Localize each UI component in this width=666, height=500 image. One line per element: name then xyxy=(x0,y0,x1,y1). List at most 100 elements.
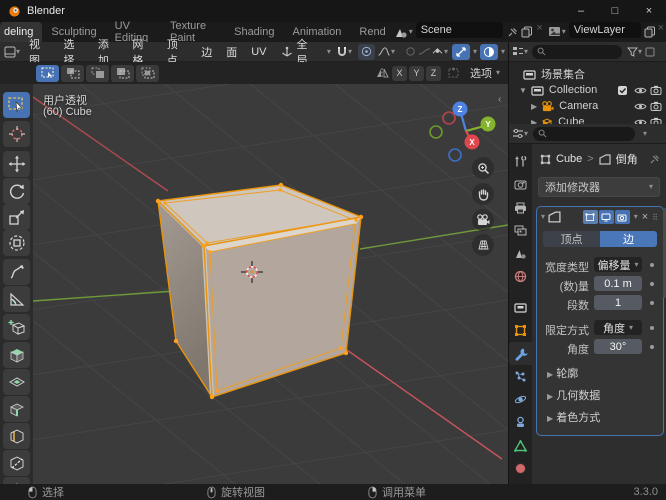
options-dropdown[interactable]: 选项 xyxy=(470,65,492,81)
pan-hand-icon[interactable] xyxy=(472,183,494,205)
tool-poly-build[interactable] xyxy=(3,477,30,484)
outliner-options-icon[interactable] xyxy=(645,47,655,57)
editor-type-icon[interactable]: ▾ xyxy=(4,46,20,58)
modifier-edit-mode-toggle[interactable] xyxy=(582,210,598,224)
tab-shading[interactable]: Shading xyxy=(225,22,283,42)
snap-magnet-icon[interactable]: ▾ xyxy=(336,46,352,58)
add-modifier-button[interactable]: 添加修改器 ▾ xyxy=(538,177,660,197)
tab-collection-icon[interactable] xyxy=(509,296,532,319)
amount-animate-dot[interactable] xyxy=(650,282,654,286)
tool-cursor[interactable] xyxy=(3,121,30,147)
mirror-icon[interactable] xyxy=(376,67,390,79)
affect-edges-tab[interactable]: 边 xyxy=(600,231,657,247)
tool-measure[interactable] xyxy=(3,286,30,312)
select-extend-mode[interactable] xyxy=(61,64,84,82)
width-type-animate-dot[interactable] xyxy=(650,263,654,267)
segments-field[interactable]: 1 xyxy=(594,295,642,310)
angle-animate-dot[interactable] xyxy=(650,345,654,349)
breadcrumb-object[interactable]: Cube xyxy=(556,153,582,165)
ortho-grid-icon[interactable] xyxy=(472,234,494,256)
tab-object-icon[interactable] xyxy=(509,319,532,342)
filter-icon[interactable]: ▾ xyxy=(627,47,642,57)
select-invert-mode[interactable] xyxy=(111,64,134,82)
collection-render-icon[interactable] xyxy=(650,85,662,95)
tool-rotate[interactable] xyxy=(3,178,30,204)
outliner-search-input[interactable] xyxy=(532,44,623,59)
snap-symmetry-icon[interactable] xyxy=(447,67,460,79)
select-intersect-mode[interactable] xyxy=(136,64,159,82)
transform-orientation-icon[interactable] xyxy=(281,46,293,58)
tab-viewlayer-icon[interactable] xyxy=(509,219,532,242)
menu-face[interactable]: 面 xyxy=(219,44,244,60)
tab-constraints-icon[interactable] xyxy=(509,411,532,434)
scene-datablock-icon[interactable]: ▾ xyxy=(393,22,413,42)
modifier-expand-icon[interactable]: ▾ xyxy=(541,213,545,221)
collection-row[interactable]: ▼ Collection xyxy=(509,82,666,98)
amount-field[interactable]: 0.1 m xyxy=(594,276,642,291)
camera-expand-icon[interactable]: ▶ xyxy=(531,102,537,111)
camera-render-icon[interactable] xyxy=(650,101,662,111)
maximize-button[interactable]: □ xyxy=(598,0,632,22)
breadcrumb-modifier[interactable]: 倒角 xyxy=(616,151,638,167)
tab-animation[interactable]: Animation xyxy=(283,22,350,42)
camera-row[interactable]: ▶ Camera xyxy=(509,98,666,114)
profile-section[interactable]: ▶ 轮廓 xyxy=(547,365,578,381)
tool-inset[interactable] xyxy=(3,369,30,395)
pin-icon[interactable] xyxy=(507,22,518,42)
tab-particles-icon[interactable] xyxy=(509,365,532,388)
close-button[interactable]: × xyxy=(632,0,666,22)
falloff-extra-icon[interactable] xyxy=(405,46,431,57)
tool-extrude[interactable] xyxy=(3,342,30,368)
select-subtract-mode[interactable] xyxy=(86,64,109,82)
modifier-drag-handle[interactable]: ⠿ xyxy=(652,213,659,222)
viewlayer-name-field[interactable]: ViewLayer xyxy=(568,22,641,38)
new-viewlayer-icon[interactable] xyxy=(644,22,656,42)
tool-move[interactable] xyxy=(3,151,30,177)
tool-transform[interactable] xyxy=(3,230,30,256)
properties-editor-icon[interactable]: ▾ xyxy=(512,128,528,139)
mirror-z-button[interactable]: Z xyxy=(425,65,441,81)
new-scene-icon[interactable] xyxy=(521,22,533,42)
gizmos-toggle-icon[interactable] xyxy=(451,43,470,60)
tab-output-icon[interactable] xyxy=(509,196,532,219)
select-new-mode[interactable] xyxy=(36,64,59,82)
proportional-edit-icon[interactable] xyxy=(357,43,375,60)
proportional-falloff-icon[interactable]: ▾ xyxy=(377,46,395,57)
unlink-scene-icon[interactable]: × xyxy=(536,22,542,42)
scene-collection-row[interactable]: 场景集合 xyxy=(509,66,666,82)
tab-data-icon[interactable] xyxy=(509,434,532,457)
tab-physics-icon[interactable] xyxy=(509,388,532,411)
tool-add-cube[interactable] xyxy=(3,314,30,340)
collection-eye-icon[interactable] xyxy=(634,86,647,95)
properties-search-input[interactable] xyxy=(533,126,636,141)
camera-view-icon[interactable] xyxy=(472,209,494,231)
limit-method-animate-dot[interactable] xyxy=(650,326,654,330)
mirror-y-button[interactable]: Y xyxy=(408,65,424,81)
camera-eye-icon[interactable] xyxy=(634,102,647,111)
modifier-extras-icon[interactable]: ▾ xyxy=(634,213,638,221)
width-type-dropdown[interactable]: 偏移量 ▾ xyxy=(594,257,642,272)
modifier-close-icon[interactable]: × xyxy=(642,211,648,223)
tab-modifiers-icon[interactable] xyxy=(509,342,532,365)
tab-render-icon[interactable] xyxy=(509,173,532,196)
menu-edge[interactable]: 边 xyxy=(194,44,219,60)
tool-annotate[interactable] xyxy=(3,259,30,285)
sidebar-collapse-icon[interactable]: ‹ xyxy=(498,94,501,105)
tab-material-icon[interactable] xyxy=(509,457,532,480)
tool-knife[interactable] xyxy=(3,450,30,476)
properties-pin-icon[interactable] xyxy=(649,154,660,165)
zoom-icon[interactable] xyxy=(472,157,494,179)
tool-bevel[interactable] xyxy=(3,396,30,422)
menu-uv[interactable]: UV xyxy=(244,46,273,58)
limit-method-dropdown[interactable]: 角度 ▾ xyxy=(594,320,642,335)
modifier-render-toggle[interactable] xyxy=(614,210,630,224)
collection-expand-icon[interactable]: ▼ xyxy=(519,86,527,95)
viewlayer-icon[interactable]: ▾ xyxy=(548,22,566,42)
tab-scene-icon[interactable] xyxy=(509,242,532,265)
tab-tool-icon[interactable] xyxy=(509,150,532,173)
tool-scale[interactable] xyxy=(3,204,30,230)
overlays-toggle-icon[interactable] xyxy=(480,43,498,60)
tool-select-box[interactable] xyxy=(3,92,30,118)
viewport-3d[interactable]: 用户透视 (60) Cube Z Y X ‹ xyxy=(0,84,508,484)
scene-name-field[interactable]: Scene xyxy=(415,22,504,38)
